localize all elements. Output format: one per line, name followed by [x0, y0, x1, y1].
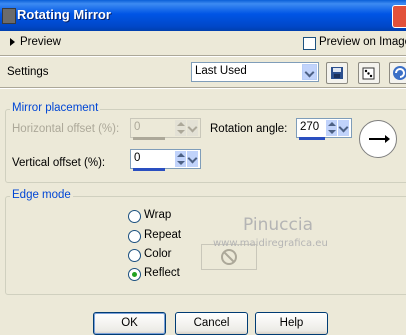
rotation-angle-spinner[interactable]: 270 [296, 118, 352, 140]
window-title: Rotating Mirror [17, 7, 111, 22]
horizontal-offset-value: 0 [134, 121, 141, 133]
separator [0, 55, 406, 57]
rotation-angle-value[interactable]: 270 [300, 121, 319, 133]
edge-mode-wrap-label[interactable]: Wrap [144, 209, 171, 221]
rotation-angle-label: Rotation angle: [210, 123, 288, 135]
randomize-icon [362, 67, 375, 80]
vertical-offset-spinner[interactable]: 0 [130, 149, 201, 171]
reset-button[interactable] [389, 62, 406, 84]
preset-select[interactable]: Last Used [191, 62, 319, 82]
cancel-button[interactable]: Cancel [175, 312, 248, 335]
close-button[interactable] [392, 5, 406, 28]
reset-icon [393, 66, 406, 80]
edge-mode-repeat-radio[interactable] [128, 230, 141, 243]
edge-mode-title: Edge mode [10, 189, 73, 201]
preview-on-image-checkbox[interactable] [303, 37, 316, 50]
vertical-offset-updown[interactable] [175, 151, 186, 167]
chevron-down-icon[interactable] [338, 120, 349, 136]
edge-mode-reflect-label[interactable]: Reflect [144, 267, 180, 279]
edge-mode-reflect-radio[interactable] [128, 268, 141, 281]
chevron-down-icon [187, 120, 198, 136]
separator [0, 87, 406, 89]
expand-arrow-icon[interactable] [10, 38, 15, 46]
chevron-down-icon[interactable] [187, 151, 198, 167]
vertical-offset-value[interactable]: 0 [134, 152, 140, 164]
edge-mode-color-label[interactable]: Color [144, 248, 171, 260]
preset-value: Last Used [195, 65, 247, 77]
preview-on-image-label[interactable]: Preview on Image [319, 36, 406, 48]
help-button[interactable]: Help [255, 312, 328, 335]
horizontal-offset-label: Horizontal offset (%): [12, 123, 120, 135]
horizontal-offset-spinner: 0 [130, 118, 201, 140]
watermark-name: Pinuccia [243, 215, 313, 235]
app-icon [2, 8, 16, 24]
ok-button[interactable]: OK [93, 312, 166, 335]
chevron-down-icon[interactable] [302, 64, 317, 80]
rotation-direction-wheel[interactable] [359, 120, 397, 158]
randomize-button[interactable] [358, 62, 380, 84]
mirror-placement-title: Mirror placement [10, 102, 101, 114]
arrow-right-icon [369, 135, 390, 143]
title-bar[interactable]: Rotating Mirror [0, 0, 406, 31]
save-preset-icon [331, 67, 343, 79]
edge-mode-color-radio[interactable] [128, 249, 141, 262]
rotation-angle-updown[interactable] [326, 120, 337, 136]
save-preset-button[interactable] [326, 62, 348, 84]
vertical-offset-label: Vertical offset (%): [12, 157, 106, 169]
edge-mode-repeat-label[interactable]: Repeat [144, 229, 181, 241]
settings-label: Settings [7, 66, 49, 78]
edge-mode-wrap-radio[interactable] [128, 210, 141, 223]
preview-toggle-label[interactable]: Preview [20, 36, 61, 48]
horizontal-offset-updown [175, 120, 186, 136]
watermark-url: www.maidiregrafica.eu [213, 238, 328, 249]
